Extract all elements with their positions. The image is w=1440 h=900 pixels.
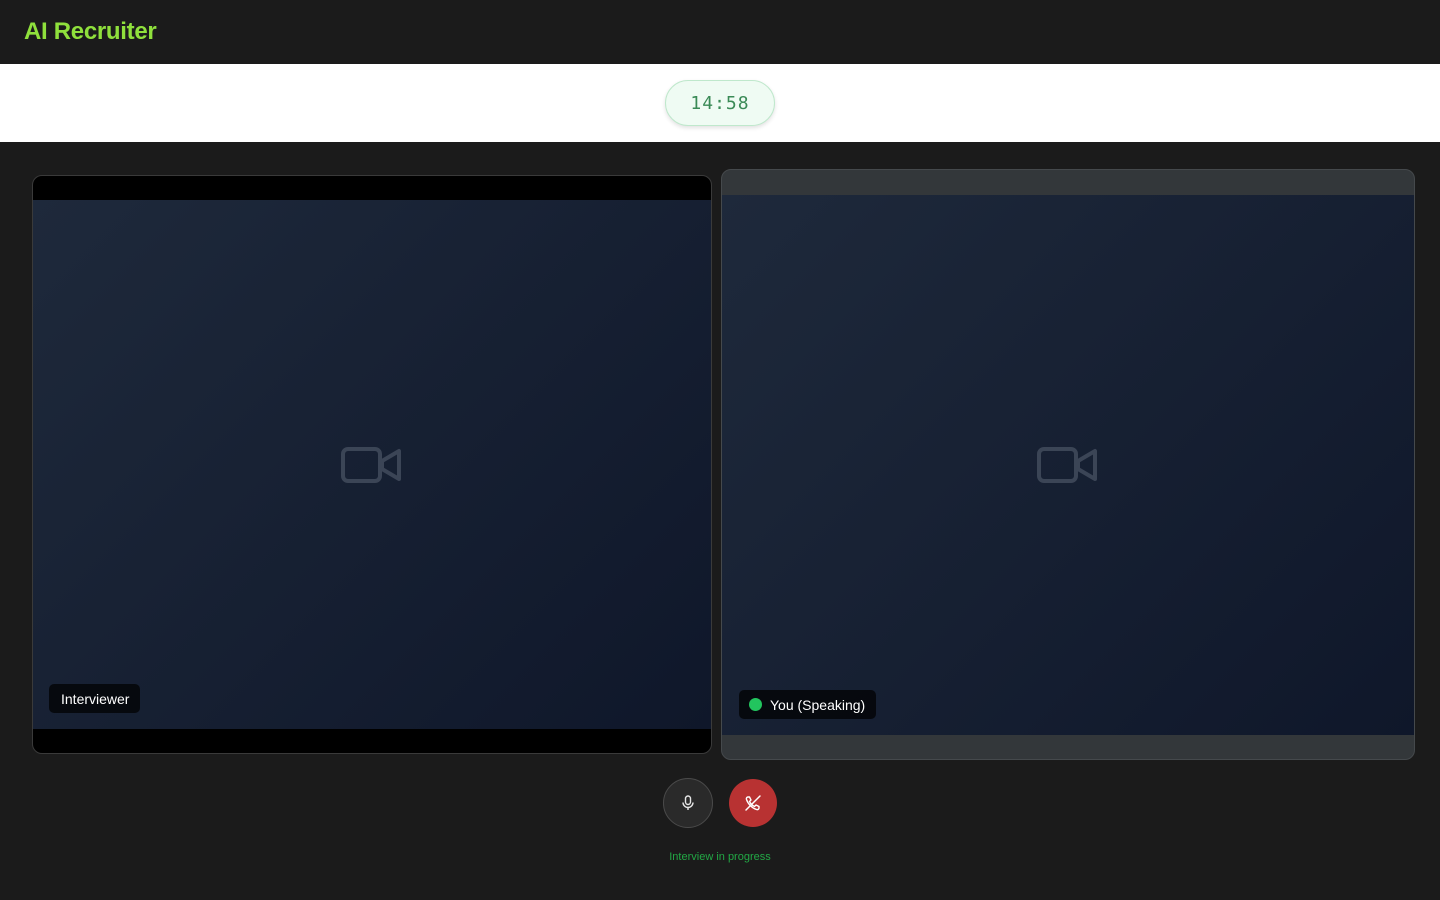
interviewer-video-tile: Interviewer bbox=[32, 175, 712, 754]
candidate-label-text: You (Speaking) bbox=[770, 696, 866, 713]
interviewer-name-label: Interviewer bbox=[49, 684, 141, 713]
interviewer-label-text: Interviewer bbox=[61, 690, 130, 707]
speaking-indicator-dot bbox=[749, 698, 762, 711]
brand-logo-text: AI Recruiter bbox=[24, 18, 157, 45]
video-camera-icon bbox=[341, 446, 401, 483]
end-call-button[interactable] bbox=[729, 779, 777, 827]
interview-timer: 14:58 bbox=[665, 80, 775, 126]
interview-status-text: Interview in progress bbox=[669, 851, 771, 863]
candidate-name-label: You (Speaking) bbox=[739, 690, 877, 719]
interviewer-video-area: Interviewer bbox=[33, 200, 711, 729]
candidate-video-tile: You (Speaking) bbox=[721, 169, 1415, 760]
microphone-icon bbox=[682, 795, 694, 810]
candidate-video-area: You (Speaking) bbox=[722, 195, 1414, 735]
video-camera-icon bbox=[1037, 447, 1097, 483]
microphone-button[interactable] bbox=[663, 778, 713, 828]
top-bar: AI Recruiter bbox=[0, 0, 1440, 64]
timer-bar: 14:58 bbox=[0, 64, 1440, 142]
call-controls bbox=[0, 778, 1440, 828]
phone-off-icon bbox=[745, 795, 761, 811]
